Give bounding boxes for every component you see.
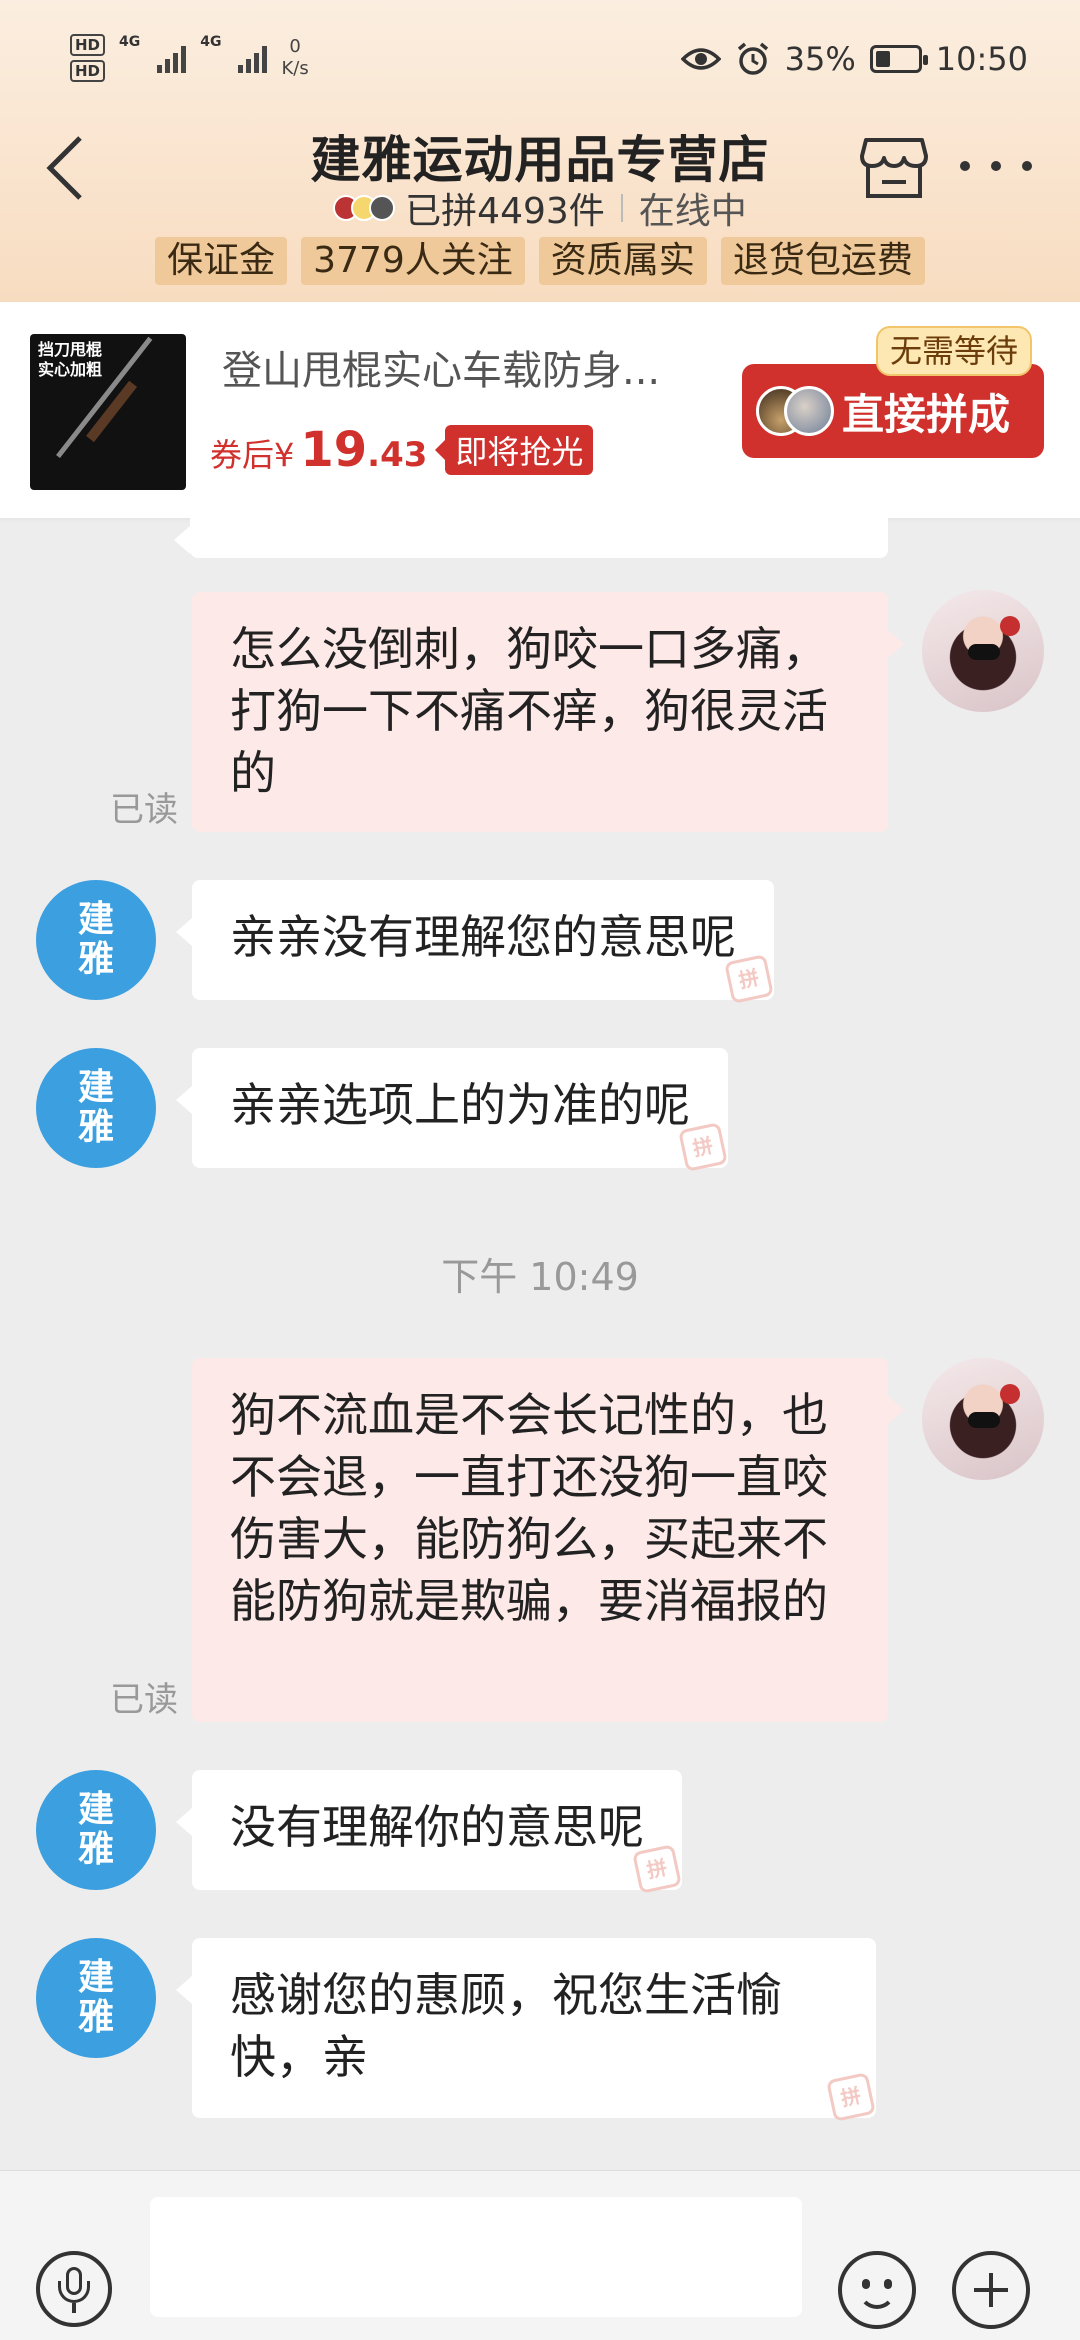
tag-followers[interactable]: 3779人关注 [301, 237, 525, 285]
battery-icon [869, 45, 928, 73]
message-input[interactable] [150, 2197, 802, 2317]
alarm-icon [737, 42, 768, 75]
emoji-icon[interactable] [838, 2251, 916, 2329]
status-left: HD HD 4G 4G 0 K/s [70, 34, 309, 82]
message-text: 没有理解你的意思呢 [230, 1800, 644, 1854]
network-speed: 0 K/s [281, 36, 309, 79]
online-status: 在线中 [638, 191, 747, 232]
store-icon[interactable] [860, 136, 928, 200]
product-image[interactable]: 挡刀甩棍 实心加粗 [30, 334, 186, 490]
tag-deposit[interactable]: 保证金 [155, 237, 288, 285]
price-row: 券后¥ 19.43 即将抢光 [210, 422, 594, 478]
message-text: 亲亲没有理解您的意思呢 [230, 910, 736, 964]
clock: 10:50 [935, 40, 1028, 78]
add-more-icon[interactable] [952, 2251, 1030, 2329]
shop-avatar[interactable]: 建雅 [36, 1938, 156, 2058]
more-options-icon[interactable] [960, 156, 1032, 176]
sold-count: 已拼4493件 [405, 191, 605, 232]
status-bar: HD HD 4G 4G 0 K/s 35% 10:50 [0, 28, 1080, 92]
divider [620, 194, 623, 222]
eye-icon [680, 48, 721, 70]
shop-avatar[interactable]: 建雅 [36, 880, 156, 1000]
message-text: 感谢您的惠顾，祝您生活愉快，亲 [230, 1968, 782, 2084]
tag-verified[interactable]: 资质属实 [538, 237, 707, 285]
message-text: 亲亲选项上的为准的呢 [230, 1078, 690, 1132]
signal2-icon [238, 43, 268, 73]
user-avatar[interactable] [922, 1358, 1044, 1480]
pinduoduo-watermark-icon: 拼 [678, 1122, 728, 1172]
sim1-network-label: 4G [119, 34, 141, 50]
hd1-icon: HD [70, 34, 106, 56]
buyer-avatars [333, 195, 396, 221]
hd2-icon: HD [70, 60, 106, 82]
nav-bar: 建雅运动用品专营店 已拼4493件 在线中 [0, 110, 1080, 232]
battery-percent: 35% [784, 40, 856, 78]
pinduoduo-watermark-icon: 拼 [826, 2072, 876, 2122]
user-avatar[interactable] [922, 590, 1044, 712]
status-right: 35% 10:50 [680, 40, 1028, 78]
no-wait-badge: 无需等待 [876, 326, 1033, 376]
sim2-network-label: 4G [200, 34, 222, 50]
direct-buy-button[interactable]: 直接拼成 [742, 364, 1044, 458]
direct-buy-label: 直接拼成 [842, 389, 1011, 439]
message-bubble-mine[interactable]: 怎么没倒刺，狗咬一口多痛，打狗一下不痛不痒，狗很灵活的 [192, 592, 904, 832]
message-bubble-mine[interactable]: 狗不流血是不会长记性的，也不会退，一直打还没狗一直咬伤害大，能防狗么，买起来不能… [192, 1358, 904, 1722]
product-image-text: 挡刀甩棍 实心加粗 [38, 340, 103, 379]
signal1-icon [157, 43, 187, 73]
timestamp-divider: 下午 10:49 [441, 1255, 639, 1299]
read-receipt: 已读 [110, 790, 178, 830]
shop-avatar[interactable]: 建雅 [36, 1048, 156, 1168]
message-bubble-partial [174, 518, 888, 558]
read-receipt: 已读 [110, 1680, 178, 1720]
price-label: 券后¥ [210, 436, 295, 474]
product-card[interactable]: 挡刀甩棍 实心加粗 登山甩棍实心车载防身... 券后¥ 19.43 即将抢光 无… [0, 302, 1080, 518]
pinduoduo-watermark-icon: 拼 [724, 954, 774, 1004]
group-avatars [756, 386, 836, 436]
urgency-badge: 即将抢光 [435, 425, 594, 475]
message-bubble-shop[interactable]: 没有理解你的意思呢 拼 [176, 1770, 682, 1894]
store-tags: 保证金 3779人关注 资质属实 退货包运费 [0, 237, 1080, 285]
shop-avatar[interactable]: 建雅 [36, 1770, 156, 1890]
chat-header: HD HD 4G 4G 0 K/s 35% 10:50 建雅运动用品专营店 已拼… [0, 0, 1080, 302]
message-text: 狗不流血是不会长记性的，也不会退，一直打还没狗一直咬伤害大，能防狗么，买起来不能… [230, 1388, 828, 1628]
message-bubble-shop[interactable]: 感谢您的惠顾，祝您生活愉快，亲 拼 [176, 1938, 876, 2122]
message-bubble-shop[interactable]: 亲亲选项上的为准的呢 拼 [176, 1048, 728, 1172]
message-bubble-shop[interactable]: 亲亲没有理解您的意思呢 拼 [176, 880, 774, 1004]
tag-free-return[interactable]: 退货包运费 [720, 237, 925, 285]
message-text: 怎么没倒刺，狗咬一口多痛，打狗一下不痛不痒，狗很灵活的 [230, 622, 828, 800]
input-bar [0, 2170, 1080, 2340]
voice-input-icon[interactable] [36, 2251, 112, 2327]
product-title[interactable]: 登山甩棍实心车载防身... [222, 338, 702, 396]
chat-area[interactable]: 怎么没倒刺，狗咬一口多痛，打狗一下不痛不痒，狗很灵活的 已读 建雅 亲亲没有理解… [0, 518, 1080, 2170]
pinduoduo-watermark-icon: 拼 [632, 1844, 682, 1894]
price-value: 19.43 [300, 422, 428, 478]
